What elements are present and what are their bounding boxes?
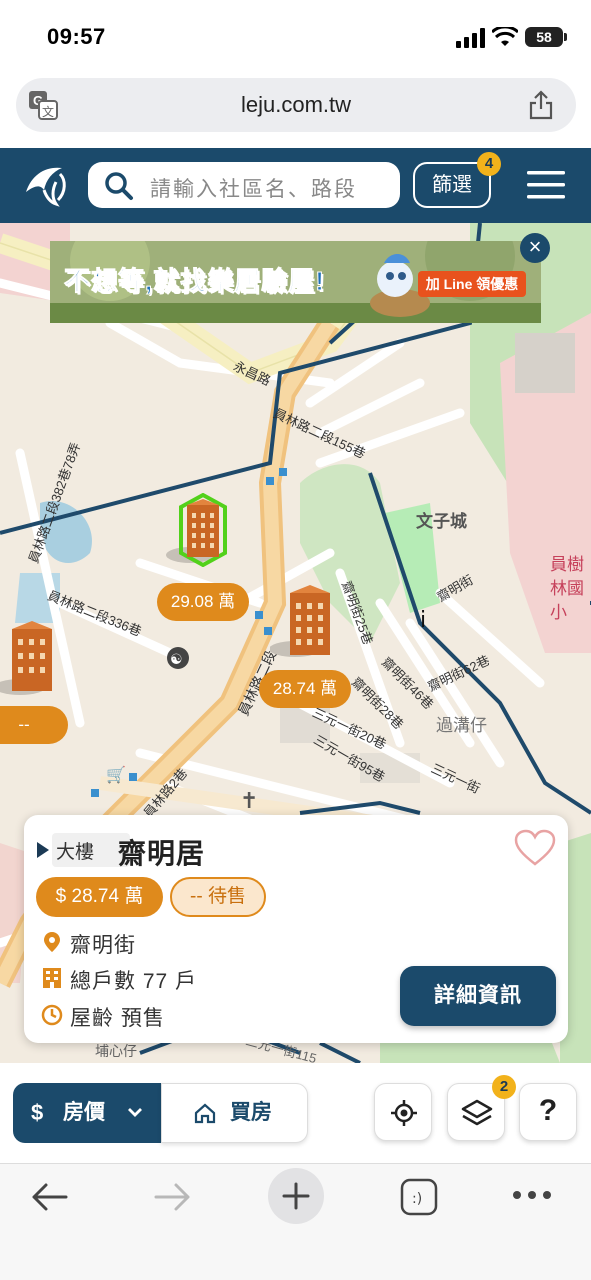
svg-text:✝: ✝ bbox=[240, 789, 258, 814]
forward-arrow-icon[interactable] bbox=[154, 1182, 192, 1212]
price-marker[interactable]: -- bbox=[0, 706, 68, 744]
price-marker[interactable]: 29.08 萬 bbox=[157, 583, 249, 621]
property-card[interactable]: 大樓 齋明居 $ 28.74 萬 -- 待售 齋明街 總戶數 77 戶 屋齡 預… bbox=[24, 815, 568, 1043]
layers-icon bbox=[461, 1099, 493, 1126]
triangle-right-icon[interactable] bbox=[36, 841, 50, 859]
site-header: 請輸入社區名、路段 篩選 4 bbox=[0, 148, 591, 223]
help-icon: ? bbox=[538, 1094, 558, 1127]
building-marker-selected[interactable] bbox=[165, 493, 231, 567]
sale-status-tag: -- 待售 bbox=[170, 877, 266, 917]
property-type: 大樓 bbox=[56, 842, 95, 863]
status-time: 09:57 bbox=[47, 24, 106, 49]
dollar-icon: $ bbox=[31, 1100, 44, 1125]
new-tab-button[interactable] bbox=[268, 1168, 324, 1224]
banner-close-button[interactable]: × bbox=[520, 233, 550, 263]
locate-button[interactable] bbox=[374, 1083, 432, 1141]
place-label: 員樹林國小 bbox=[550, 555, 584, 622]
back-arrow-icon[interactable] bbox=[30, 1182, 68, 1212]
plus-icon bbox=[282, 1182, 310, 1210]
property-age: 屋齡 預售 bbox=[70, 1007, 165, 1030]
banner-cta-button[interactable]: 加 Line 領優惠 bbox=[418, 271, 526, 297]
building-icon bbox=[43, 968, 61, 988]
svg-text:☯: ☯ bbox=[170, 652, 183, 668]
wifi-icon bbox=[492, 27, 518, 46]
place-label: 文子城 bbox=[416, 512, 467, 531]
heart-icon[interactable] bbox=[514, 829, 556, 867]
help-button[interactable]: ? bbox=[519, 1083, 577, 1141]
price-marker[interactable]: 28.74 萬 bbox=[259, 670, 351, 708]
location-pin-icon bbox=[44, 932, 60, 952]
detail-info-button[interactable]: 詳細資訊 bbox=[400, 966, 556, 1026]
price-tag: $ 28.74 萬 bbox=[36, 877, 163, 917]
property-households: 總戶數 77 戶 bbox=[70, 970, 198, 993]
ad-banner[interactable]: 不想等,就找樂居驗屋! 加 Line 領優惠 bbox=[50, 241, 541, 323]
crosshair-icon bbox=[391, 1100, 417, 1126]
banner-headline: 不想等,就找樂居驗屋! bbox=[64, 266, 325, 297]
search-box[interactable]: 請輸入社區名、路段 bbox=[88, 162, 400, 208]
battery-indicator: 58 bbox=[525, 27, 567, 47]
tab-buy-house-label: 買房 bbox=[230, 1101, 272, 1124]
property-name: 齋明居 bbox=[118, 838, 206, 869]
url-text: leju.com.tw bbox=[240, 92, 352, 117]
layers-count-badge: 2 bbox=[492, 1075, 516, 1099]
road-label: 埔心仔 bbox=[95, 1043, 137, 1059]
svg-text:🛒: 🛒 bbox=[106, 765, 126, 784]
tab-buy-house[interactable]: 買房 bbox=[161, 1083, 308, 1143]
share-icon[interactable] bbox=[528, 90, 554, 120]
filter-count-badge: 4 bbox=[477, 152, 501, 176]
clock-icon bbox=[41, 1004, 63, 1026]
menu-icon[interactable] bbox=[527, 170, 565, 200]
chevron-down-icon bbox=[128, 1108, 142, 1117]
tab-house-price[interactable]: $ 房價 bbox=[13, 1083, 161, 1143]
tabs-icon[interactable]: :) bbox=[400, 1178, 438, 1216]
leju-logo[interactable] bbox=[22, 160, 72, 210]
browser-toolbar: :) bbox=[0, 1163, 591, 1280]
building-marker[interactable] bbox=[0, 619, 60, 699]
search-input[interactable]: 請輸入社區名、路段 bbox=[150, 173, 357, 203]
bottom-nav-bar: $ 房價 買房 2 ? bbox=[0, 1063, 591, 1163]
tab-house-price-label: 房價 bbox=[63, 1101, 105, 1124]
svg-text::): :) bbox=[412, 1191, 422, 1207]
svg-text:i: i bbox=[420, 608, 426, 633]
address-bar[interactable]: G 文 leju.com.tw bbox=[16, 78, 576, 132]
place-label: 過溝仔 bbox=[436, 716, 487, 735]
property-street: 齋明街 bbox=[70, 934, 136, 957]
more-icon[interactable] bbox=[512, 1190, 552, 1200]
status-bar: 09:57 58 bbox=[0, 0, 591, 70]
search-icon bbox=[105, 172, 133, 200]
signal-icon bbox=[456, 28, 485, 48]
building-marker[interactable] bbox=[270, 583, 336, 663]
home-icon bbox=[194, 1103, 216, 1124]
